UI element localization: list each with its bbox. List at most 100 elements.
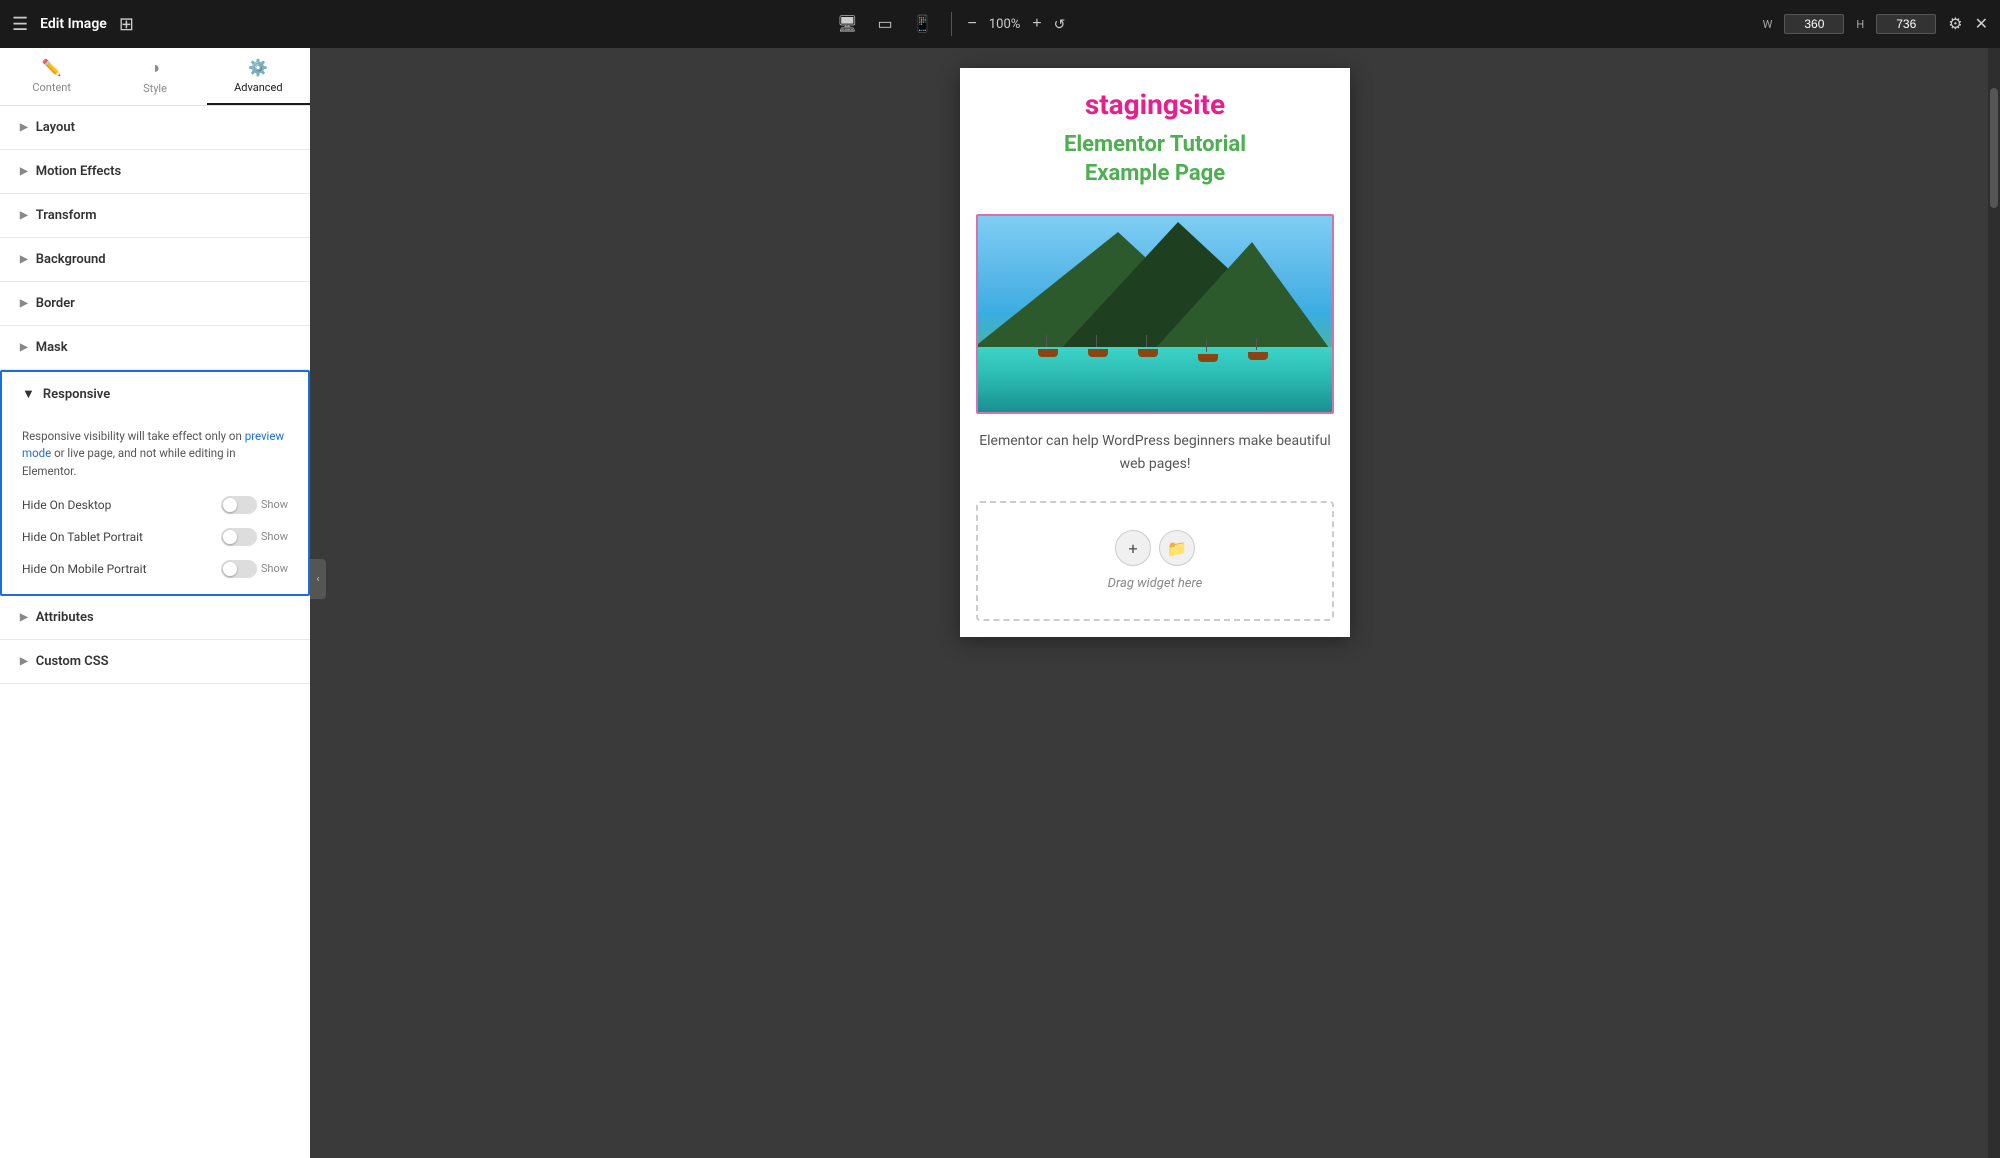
boat-1 xyxy=(1038,349,1058,357)
mask-chevron: ▶ xyxy=(20,342,28,353)
style-tab-icon: ◑ xyxy=(150,58,160,78)
undo-btn[interactable]: ↺ xyxy=(1054,16,1066,33)
hide-mobile-toggle[interactable]: Show xyxy=(221,560,288,578)
page-title-line2: Example Page xyxy=(1085,161,1225,186)
widget-drop-zone[interactable]: + 📁 Drag widget here xyxy=(976,501,1334,621)
attributes-header[interactable]: ▶ Attributes xyxy=(0,596,310,639)
water xyxy=(978,347,1332,412)
canvas-area: stagingsite Elementor Tutorial Example P… xyxy=(310,48,2000,1158)
hide-tablet-thumb xyxy=(223,530,237,544)
custom-css-header[interactable]: ▶ Custom CSS xyxy=(0,640,310,683)
motion-effects-label: Motion Effects xyxy=(36,164,121,179)
zoom-level: 100% xyxy=(989,17,1020,32)
tablet-device-btn[interactable]: ▭ xyxy=(871,10,898,38)
responsive-header[interactable]: ▼ Responsive xyxy=(2,372,308,416)
page-preview: stagingsite Elementor Tutorial Example P… xyxy=(960,68,1350,637)
accordion-responsive: ▼ Responsive Responsive visibility will … xyxy=(0,370,310,596)
layout-chevron: ▶ xyxy=(20,122,28,133)
accordion-attributes: ▶ Attributes xyxy=(0,596,310,640)
advanced-tab-icon: ⚙️ xyxy=(248,58,268,77)
drop-buttons: + 📁 xyxy=(1115,530,1195,566)
page-header: stagingsite Elementor Tutorial Example P… xyxy=(960,68,1350,214)
custom-css-chevron: ▶ xyxy=(20,656,28,667)
accordion-custom-css: ▶ Custom CSS xyxy=(0,640,310,684)
hide-desktop-row: Hide On Desktop Show xyxy=(22,496,288,514)
content-tab-label: Content xyxy=(32,81,71,94)
custom-css-label: Custom CSS xyxy=(36,654,109,669)
desktop-device-btn[interactable]: 🖥 xyxy=(831,10,863,38)
motion-effects-header[interactable]: ▶ Motion Effects xyxy=(0,150,310,193)
zoom-in-btn[interactable]: + xyxy=(1028,13,1045,35)
accordion-motion-effects: ▶ Motion Effects xyxy=(0,150,310,194)
hide-mobile-track[interactable] xyxy=(221,560,257,578)
grid-icon[interactable]: ⊞ xyxy=(119,14,134,35)
border-chevron: ▶ xyxy=(20,298,28,309)
advanced-tab-label: Advanced xyxy=(234,81,282,94)
landscape-background xyxy=(978,216,1332,412)
body-text: Elementor can help WordPress beginners m… xyxy=(960,414,1350,491)
canvas-scrollbar-thumb[interactable] xyxy=(1990,88,1998,208)
top-bar-center: 🖥 ▭ 📱 − 100% + ↺ xyxy=(831,10,1065,38)
close-btn[interactable]: ✕ xyxy=(1975,14,1988,34)
boat-5 xyxy=(1248,352,1268,360)
accordion-layout: ▶ Layout xyxy=(0,106,310,150)
hide-tablet-toggle[interactable]: Show xyxy=(221,528,288,546)
responsive-chevron: ▼ xyxy=(22,386,35,402)
canvas-scrollbar[interactable] xyxy=(1988,48,2000,1158)
hide-desktop-track[interactable] xyxy=(221,496,257,514)
tab-advanced[interactable]: ⚙️ Advanced xyxy=(207,48,310,105)
hero-image xyxy=(976,214,1334,414)
content-tab-icon: ✏️ xyxy=(42,58,62,77)
tab-content[interactable]: ✏️ Content xyxy=(0,48,103,105)
layout-label: Layout xyxy=(36,120,75,135)
hide-desktop-label: Hide On Desktop xyxy=(22,498,111,512)
left-panel: ✏️ Content ◑ Style ⚙️ Advanced ▶ Layout … xyxy=(0,48,310,1158)
background-chevron: ▶ xyxy=(20,254,28,265)
top-bar: ☰ Edit Image ⊞ 🖥 ▭ 📱 − 100% + ↺ W H ⚙ ✕ xyxy=(0,0,2000,48)
tab-style[interactable]: ◑ Style xyxy=(103,48,206,105)
top-bar-right: W H ⚙ ✕ xyxy=(1763,14,1988,34)
mountain2 xyxy=(1152,242,1332,352)
accordion-mask: ▶ Mask xyxy=(0,326,310,370)
accordion-list: ▶ Layout ▶ Motion Effects ▶ Transform ▶ … xyxy=(0,106,310,1158)
drop-text: Drag widget here xyxy=(1108,576,1203,591)
transform-header[interactable]: ▶ Transform xyxy=(0,194,310,237)
hide-mobile-row: Hide On Mobile Portrait Show xyxy=(22,560,288,578)
style-tab-label: Style xyxy=(143,82,167,95)
width-input[interactable] xyxy=(1784,14,1844,34)
hamburger-icon[interactable]: ☰ xyxy=(12,14,28,35)
responsive-note: Responsive visibility will take effect o… xyxy=(22,428,288,480)
width-label: W xyxy=(1763,18,1773,31)
boat-2 xyxy=(1088,349,1108,357)
site-name: stagingsite xyxy=(980,88,1330,121)
mask-label: Mask xyxy=(36,340,68,355)
hide-desktop-show-label: Show xyxy=(261,498,288,511)
add-widget-btn[interactable]: + xyxy=(1115,530,1151,566)
zoom-out-btn[interactable]: − xyxy=(964,13,981,35)
hide-desktop-toggle[interactable]: Show xyxy=(221,496,288,514)
background-header[interactable]: ▶ Background xyxy=(0,238,310,281)
accordion-border: ▶ Border xyxy=(0,282,310,326)
settings-btn[interactable]: ⚙ xyxy=(1948,14,1962,34)
note-suffix: or live page, and not while editing in E… xyxy=(22,446,236,477)
top-bar-left: ☰ Edit Image ⊞ xyxy=(12,14,134,35)
attributes-chevron: ▶ xyxy=(20,612,28,623)
hide-mobile-label: Hide On Mobile Portrait xyxy=(22,562,147,576)
mask-header[interactable]: ▶ Mask xyxy=(0,326,310,369)
hide-tablet-show-label: Show xyxy=(261,530,288,543)
layout-header[interactable]: ▶ Layout xyxy=(0,106,310,149)
height-input[interactable] xyxy=(1876,14,1936,34)
border-header[interactable]: ▶ Border xyxy=(0,282,310,325)
border-label: Border xyxy=(36,296,75,311)
hide-tablet-track[interactable] xyxy=(221,528,257,546)
folder-btn[interactable]: 📁 xyxy=(1159,530,1195,566)
boat-4 xyxy=(1198,354,1218,362)
panel-collapse-handle[interactable]: ‹ xyxy=(310,559,326,599)
divider xyxy=(951,12,952,36)
mobile-device-btn[interactable]: 📱 xyxy=(907,10,939,38)
responsive-label: Responsive xyxy=(43,387,110,402)
page-title-label: Edit Image xyxy=(40,16,107,32)
hide-tablet-row: Hide On Tablet Portrait Show xyxy=(22,528,288,546)
attributes-label: Attributes xyxy=(36,610,94,625)
responsive-body: Responsive visibility will take effect o… xyxy=(2,416,308,594)
